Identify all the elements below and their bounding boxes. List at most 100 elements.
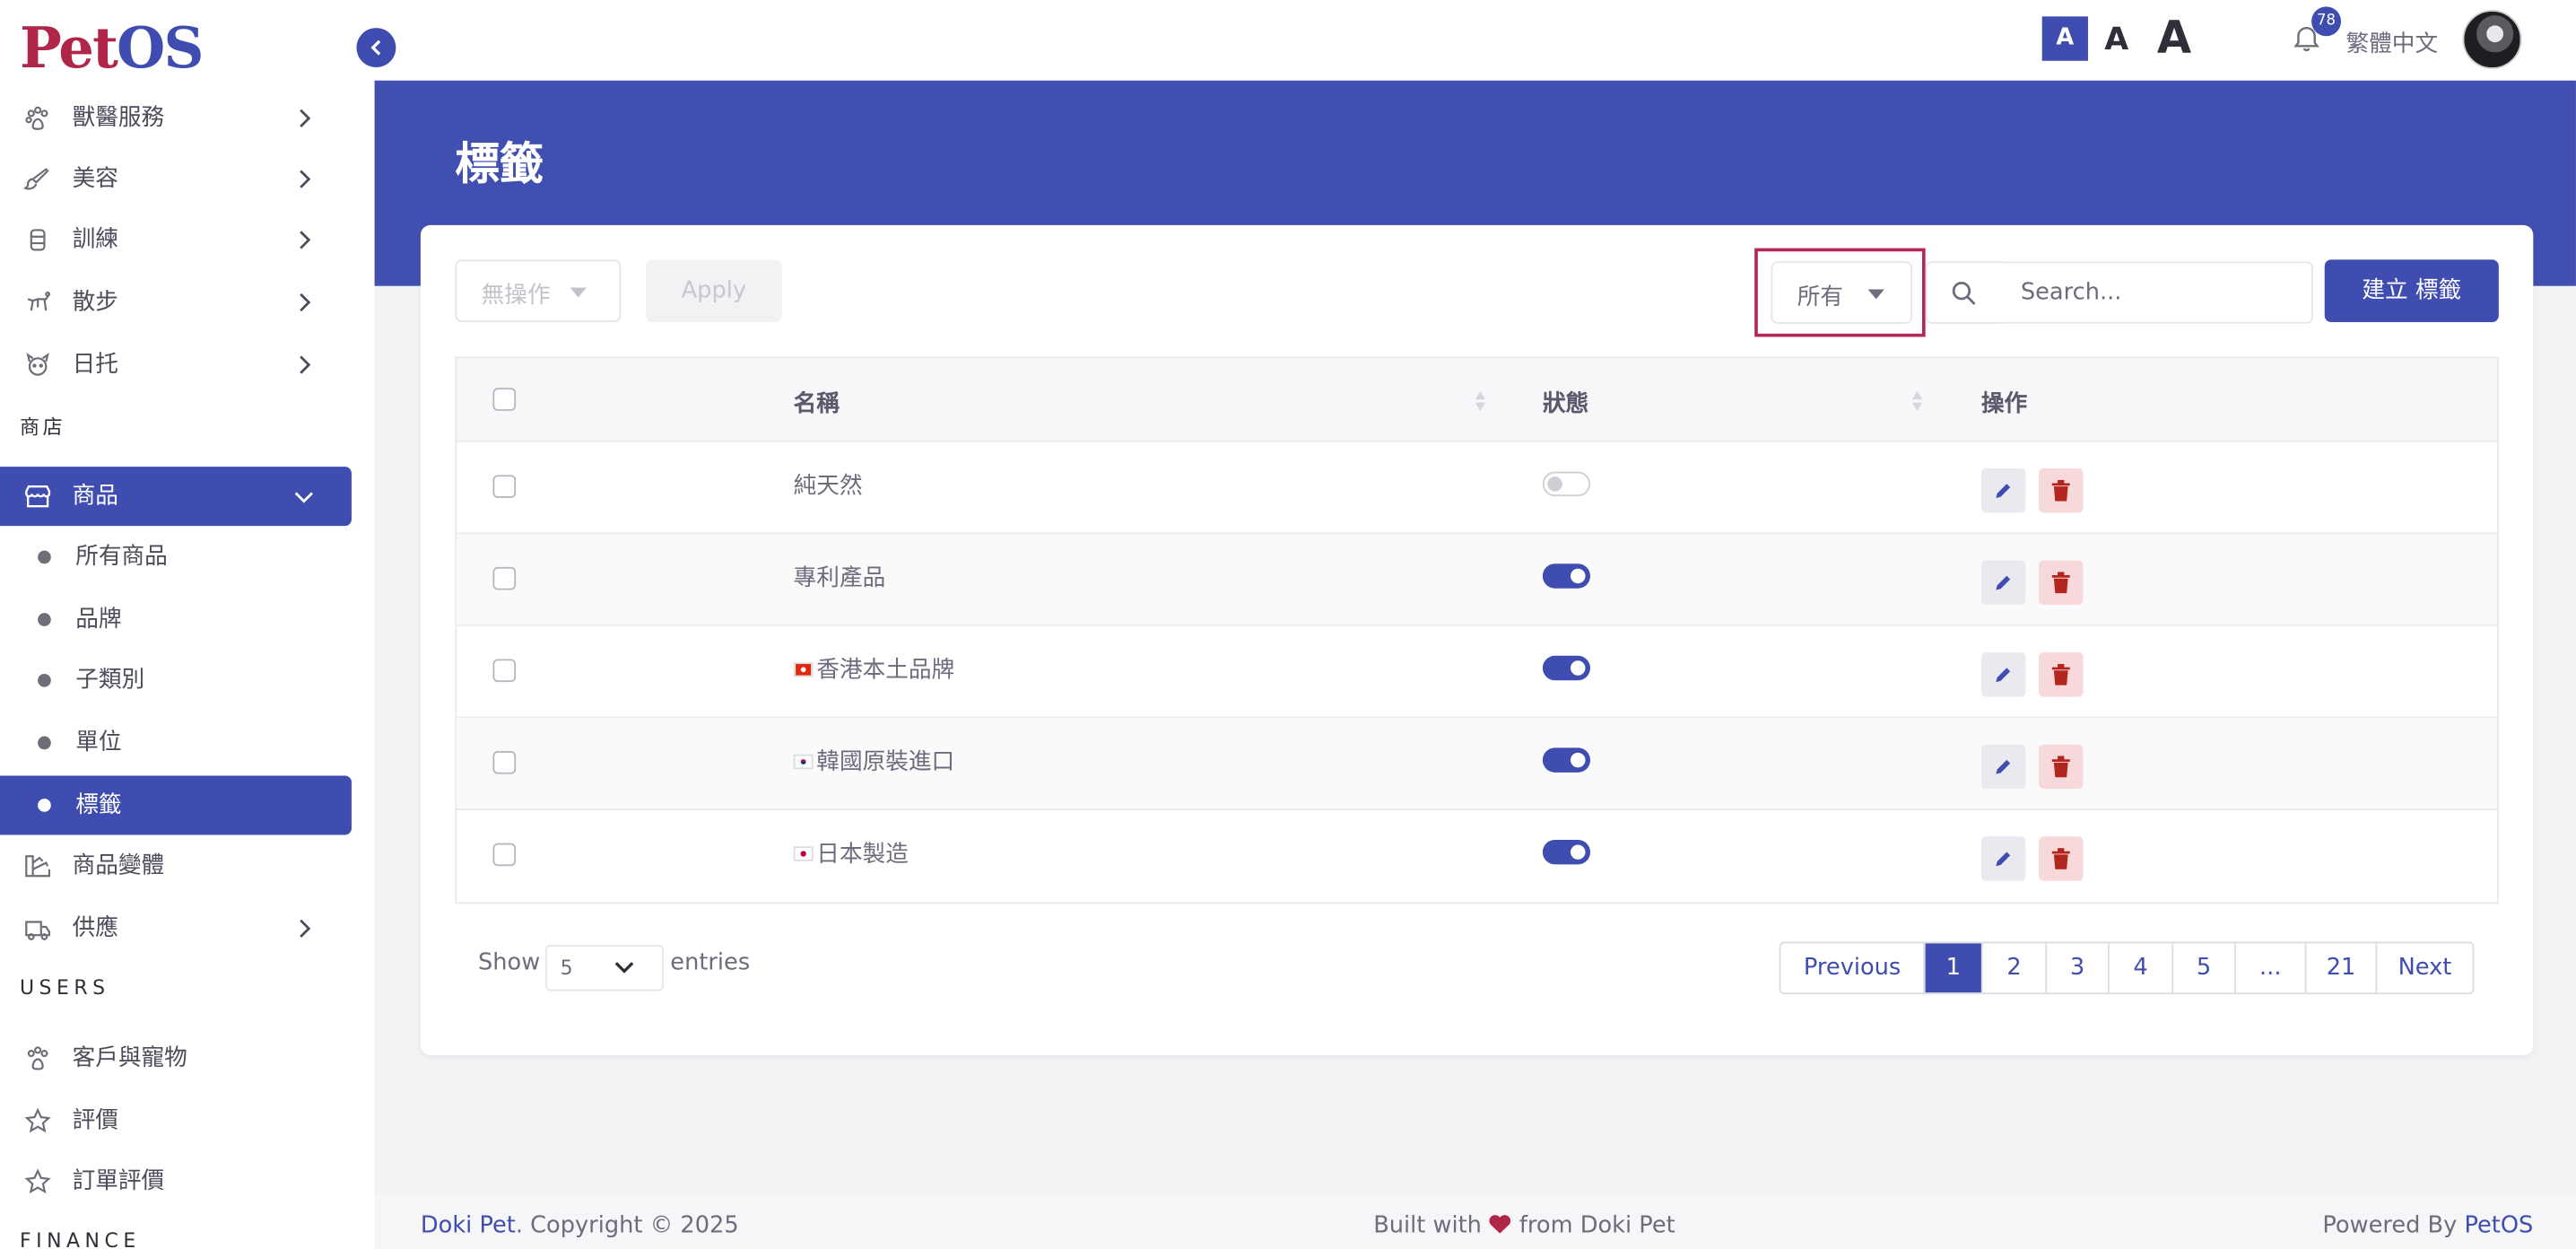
trash-icon xyxy=(2051,756,2070,778)
page-title: 標籤 xyxy=(455,139,544,191)
section-users: USERS xyxy=(19,975,110,1000)
delete-button[interactable] xyxy=(2039,652,2084,697)
page-button[interactable]: 21 xyxy=(2304,943,2376,993)
page-length-select[interactable]: 5 xyxy=(545,945,664,991)
search-button[interactable] xyxy=(1925,261,2000,324)
bullet-dot xyxy=(38,736,51,750)
font-size-small-button[interactable]: A xyxy=(2041,16,2088,61)
chevron-right-icon xyxy=(300,109,311,128)
sort-icon[interactable] xyxy=(1910,388,1924,414)
toggle-knob xyxy=(1571,568,1586,584)
row-checkbox[interactable] xyxy=(492,659,517,683)
sidebar-subitem-all-products[interactable]: 所有商品 xyxy=(0,528,352,587)
sidebar-subitem-subcategories[interactable]: 子類別 xyxy=(0,651,352,710)
status-toggle[interactable] xyxy=(1542,563,1590,589)
sidebar-item-walk[interactable]: 散步 xyxy=(0,273,352,332)
chevron-right-icon xyxy=(300,919,311,938)
delete-button[interactable] xyxy=(2039,468,2084,513)
bulk-action-select[interactable]: 無操作 xyxy=(455,259,622,322)
delete-button[interactable] xyxy=(2039,836,2084,881)
footer: Doki Pet. Copyright © 2025 Built with fr… xyxy=(374,1196,2576,1249)
status-toggle[interactable] xyxy=(1542,839,1590,865)
edit-button[interactable] xyxy=(1980,744,2026,790)
toggle-knob xyxy=(1571,752,1586,768)
next-page-button[interactable]: Next xyxy=(2375,943,2472,993)
page-button[interactable]: 1 xyxy=(1923,943,1981,993)
chevron-right-icon xyxy=(300,231,311,249)
chevron-right-icon xyxy=(300,170,311,188)
sidebar-item-label: 客戶與寵物 xyxy=(72,1044,187,1072)
sidebar-item-customers[interactable]: 客戶與寵物 xyxy=(0,1029,352,1088)
sidebar-subitem-units[interactable]: 單位 xyxy=(0,713,352,773)
bullet-dot xyxy=(38,613,51,626)
paw-icon xyxy=(27,1046,48,1070)
sidebar-item-daycare[interactable]: 日托 xyxy=(0,336,352,395)
font-size-medium-button[interactable]: A xyxy=(2104,22,2128,57)
sidebar-item-reviews[interactable]: 評價 xyxy=(0,1091,352,1150)
edit-button[interactable] xyxy=(1980,836,2026,881)
sidebar-subitem-tags[interactable]: 標籤 xyxy=(0,775,352,835)
user-avatar[interactable] xyxy=(2462,9,2522,69)
tag-name: 香港本土品牌 xyxy=(816,657,955,684)
search-icon xyxy=(1952,282,1976,305)
row-checkbox[interactable] xyxy=(492,751,517,774)
caret-down-icon xyxy=(570,287,587,298)
status-toggle[interactable] xyxy=(1542,471,1590,497)
built-with-source: from Doki Pet xyxy=(1519,1212,1675,1240)
previous-page-button[interactable]: Previous xyxy=(1780,943,1923,992)
chevron-down-icon xyxy=(294,492,313,503)
footer-brand-link[interactable]: Doki Pet xyxy=(421,1213,516,1239)
column-header-name[interactable]: 名稱 xyxy=(794,386,840,419)
sidebar-item-supply[interactable]: 供應 xyxy=(0,899,352,958)
show-label: Show xyxy=(477,949,541,976)
star-icon xyxy=(24,1168,51,1194)
sidebar-collapse-button[interactable] xyxy=(356,28,396,68)
row-checkbox[interactable] xyxy=(492,566,517,590)
edit-button[interactable] xyxy=(1980,468,2026,513)
sidebar-item-label: 單位 xyxy=(75,729,122,756)
sort-icon[interactable] xyxy=(1474,388,1487,414)
sidebar-item-label: 品牌 xyxy=(75,606,122,633)
truck-icon xyxy=(25,921,51,940)
sidebar-subitem-brands[interactable]: 品牌 xyxy=(0,590,352,650)
sidebar-item-label: 供應 xyxy=(72,915,118,942)
font-size-large-button[interactable]: A xyxy=(2157,13,2191,65)
sidebar-item-products[interactable]: 商品 xyxy=(0,467,352,527)
language-selector[interactable]: 繁體中文 xyxy=(2346,26,2439,59)
trash-icon xyxy=(2051,572,2070,594)
sidebar-item-variants[interactable]: 商品變體 xyxy=(0,836,352,895)
status-toggle[interactable] xyxy=(1542,747,1590,773)
bulk-action-value: 無操作 xyxy=(481,283,551,310)
star-icon xyxy=(24,1107,51,1133)
page-button[interactable]: 3 xyxy=(2045,943,2108,993)
row-checkbox[interactable] xyxy=(492,475,517,498)
petos-logo[interactable]: PetOS xyxy=(20,16,204,82)
delete-button[interactable] xyxy=(2039,744,2084,790)
page-button[interactable]: 5 xyxy=(2171,943,2234,993)
store-icon xyxy=(25,485,51,508)
sidebar-item-training[interactable]: 訓練 xyxy=(0,210,352,269)
search-input[interactable] xyxy=(1997,261,2313,324)
column-header-status[interactable]: 狀態 xyxy=(1543,386,1588,419)
brush-icon xyxy=(22,168,49,190)
select-all-checkbox[interactable] xyxy=(492,388,517,411)
sidebar-item-vet[interactable]: 獸醫服務 xyxy=(0,89,352,148)
trash-icon xyxy=(2051,848,2070,869)
page-button[interactable]: 4 xyxy=(2107,943,2171,993)
sidebar-item-order-reviews[interactable]: 訂單評價 xyxy=(0,1152,352,1211)
tag-name: 日本製造 xyxy=(816,841,909,869)
page-button[interactable]: 2 xyxy=(1980,943,2045,993)
delete-button[interactable] xyxy=(2039,560,2084,606)
status-filter-value: 所有 xyxy=(1797,284,1844,311)
apply-button[interactable]: Apply xyxy=(645,259,782,322)
edit-button[interactable] xyxy=(1980,652,2026,697)
edit-button[interactable] xyxy=(1980,560,2026,606)
tag-name-cell: 香港本土品牌 xyxy=(793,652,955,686)
footer-petos-link[interactable]: PetOS xyxy=(2464,1213,2533,1239)
status-toggle[interactable] xyxy=(1542,655,1590,681)
row-checkbox[interactable] xyxy=(492,843,517,867)
sidebar: PetOS 獸醫服務 美容 訓練 散步 日托 商店 商品 所有商品 品牌 子類別… xyxy=(0,0,375,1249)
status-filter-select[interactable]: 所有 xyxy=(1771,261,1912,324)
sidebar-item-grooming[interactable]: 美容 xyxy=(0,150,352,209)
create-tag-button[interactable]: 建立 標籤 xyxy=(2324,259,2499,322)
